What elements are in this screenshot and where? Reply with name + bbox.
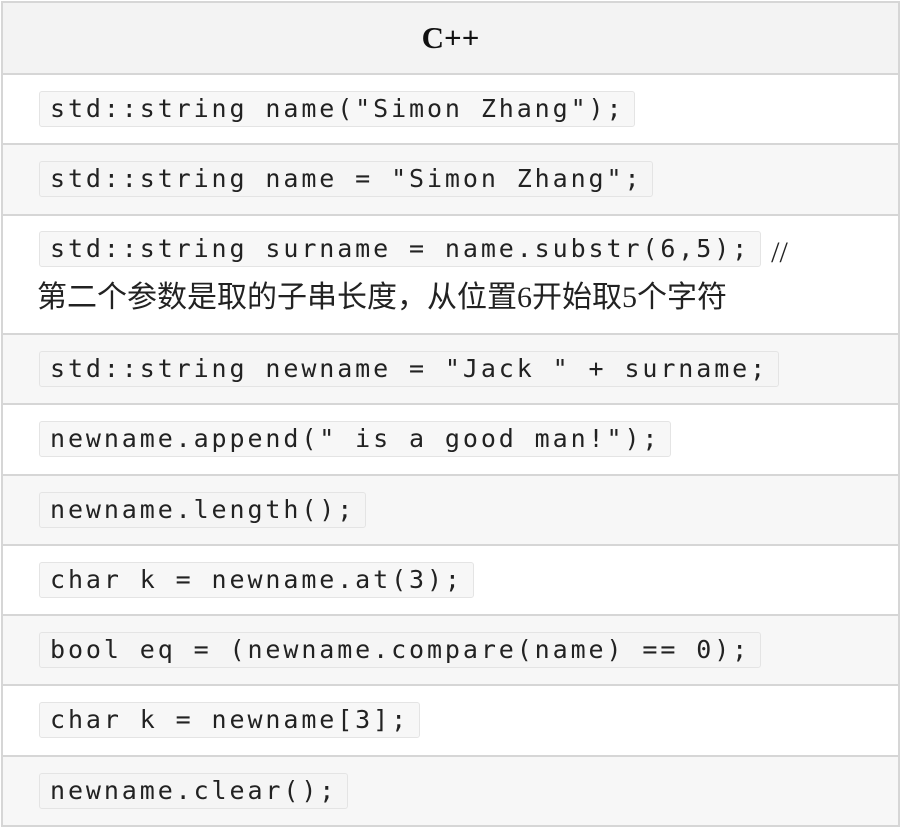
table-row: std::string name("Simon Zhang"); xyxy=(1,72,900,146)
table-cell: std::string name = "Simon Zhang"; xyxy=(1,143,900,216)
table-cell: newname.clear(); xyxy=(1,754,900,828)
table-cell: newname.append(" is a good man!"); xyxy=(1,403,900,476)
table-row: std::string surname = name.substr(6,5); /… xyxy=(1,213,900,336)
table-cell: newname.length(); xyxy=(1,473,900,546)
code-snippet: bool eq = (newname.compare(name) == 0); xyxy=(39,632,762,669)
cpp-string-table: C++ std::string name("Simon Zhang"); std… xyxy=(1,1,900,828)
code-snippet: std::string name = "Simon Zhang"; xyxy=(39,161,654,198)
table-header-row: C++ xyxy=(1,1,900,75)
code-snippet: newname.append(" is a good man!"); xyxy=(39,421,672,458)
table-row: char k = newname.at(3); xyxy=(1,543,900,617)
table-cell: bool eq = (newname.compare(name) == 0); xyxy=(1,614,900,687)
table-cell: std::string newname = "Jack " + surname; xyxy=(1,332,900,406)
table-header-cpp: C++ xyxy=(1,1,900,75)
code-line: std::string surname = name.substr(6,5); /… xyxy=(39,230,898,270)
code-snippet: newname.length(); xyxy=(39,491,367,528)
table-row: newname.length(); xyxy=(1,473,900,546)
table-cell: std::string name("Simon Zhang"); xyxy=(1,72,900,146)
code-snippet: std::string newname = "Jack " + surname; xyxy=(39,351,780,388)
comment-marker: // xyxy=(771,235,788,269)
comment-text: 第二个参数是取的子串长度，从位置6开始取5个字符 xyxy=(37,280,727,314)
code-snippet: std::string surname = name.substr(6,5); xyxy=(39,230,762,267)
code-snippet: char k = newname[3]; xyxy=(39,702,421,739)
table-row: std::string newname = "Jack " + surname; xyxy=(1,332,900,406)
table-cell: char k = newname.at(3); xyxy=(1,543,900,617)
table-cell: char k = newname[3]; xyxy=(1,684,900,757)
table-row: char k = newname[3]; xyxy=(1,684,900,757)
table-row: bool eq = (newname.compare(name) == 0); xyxy=(1,614,900,687)
table-row: newname.append(" is a good man!"); xyxy=(1,403,900,476)
code-snippet: newname.clear(); xyxy=(39,772,349,809)
code-snippet: char k = newname.at(3); xyxy=(39,561,474,598)
table-row: newname.clear(); xyxy=(1,754,900,828)
table-cell: std::string surname = name.substr(6,5); /… xyxy=(1,213,900,336)
table-row: std::string name = "Simon Zhang"; xyxy=(1,143,900,216)
code-snippet: std::string name("Simon Zhang"); xyxy=(39,91,636,128)
